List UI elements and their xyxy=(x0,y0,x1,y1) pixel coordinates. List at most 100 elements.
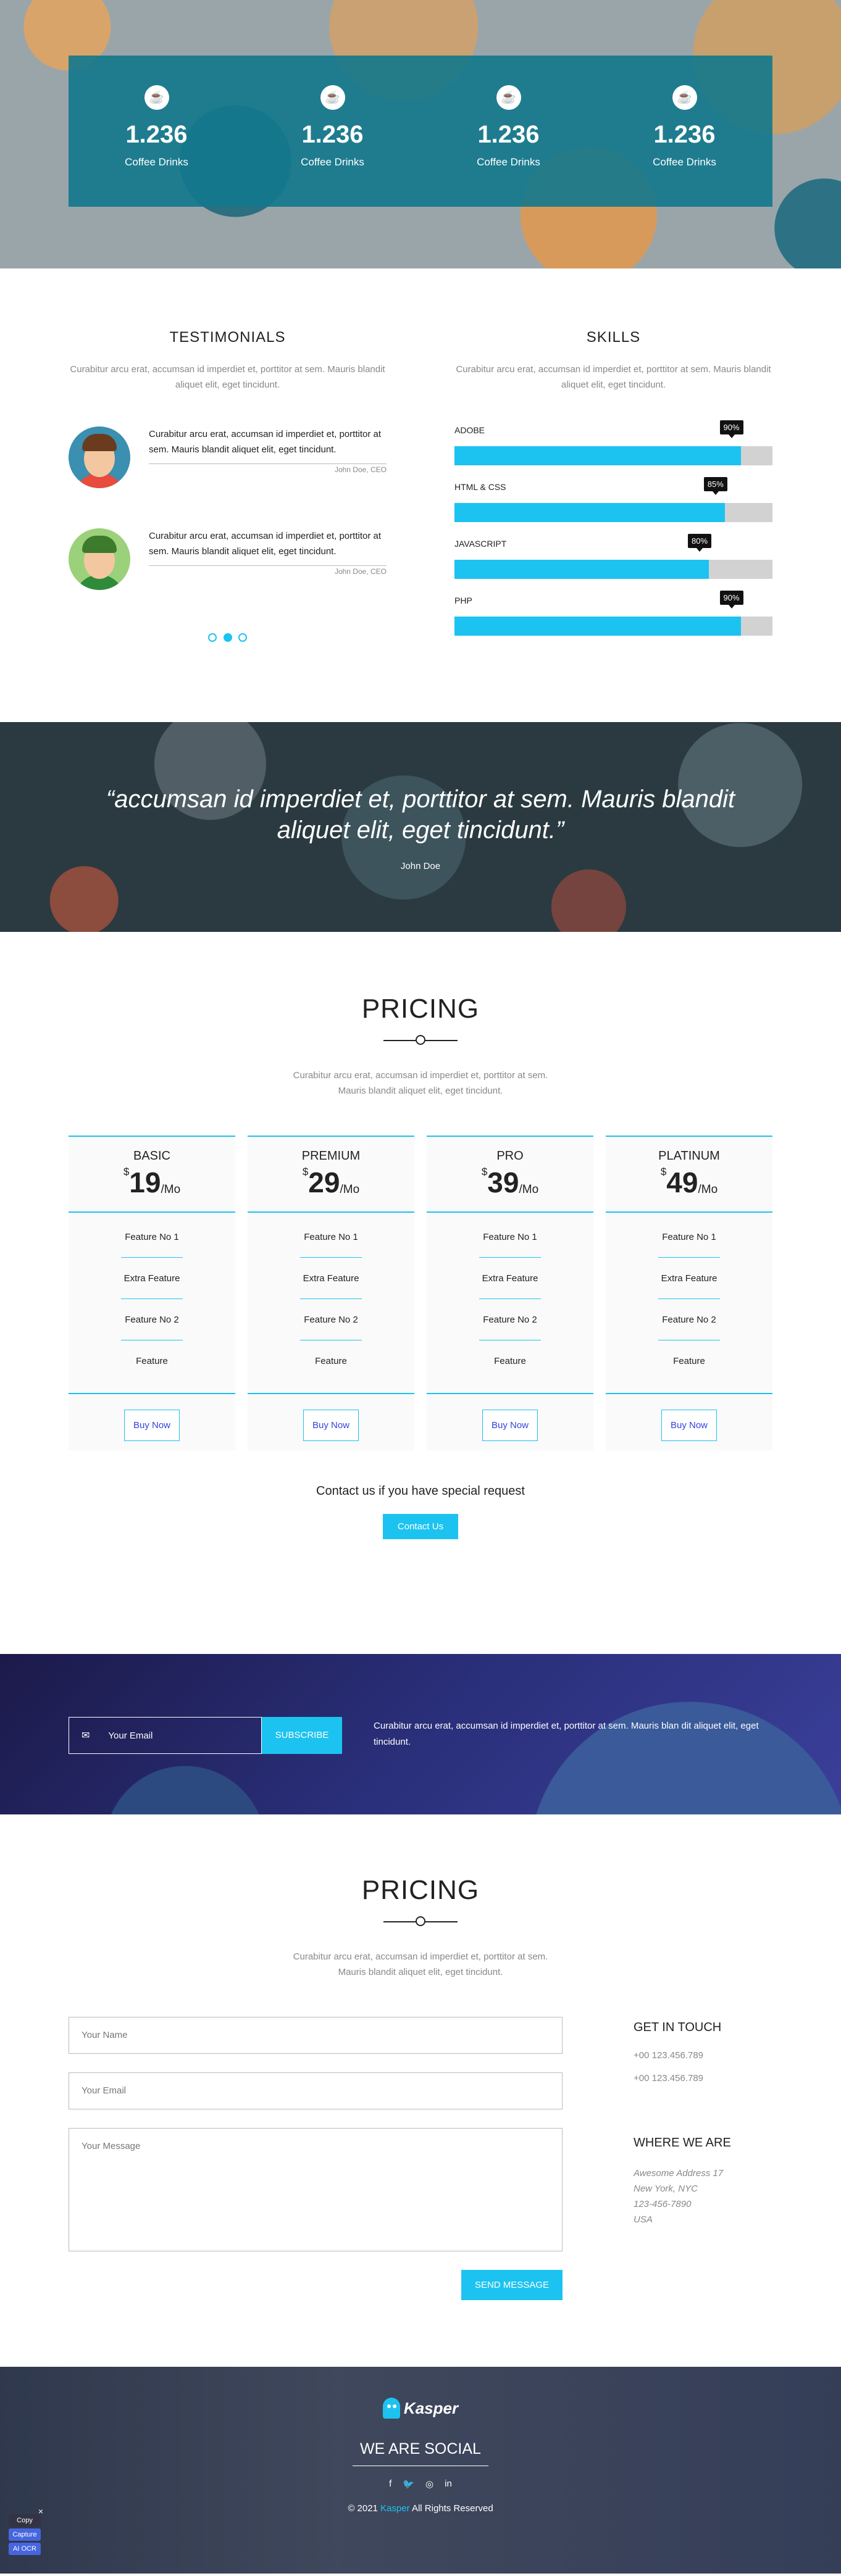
testimonial-author: John Doe, CEO xyxy=(149,565,387,576)
get-in-touch-title: GET IN TOUCH xyxy=(634,2021,722,2034)
social-links: f 🐦 ◎ in xyxy=(0,2478,841,2490)
plan-name: PRO xyxy=(496,1149,524,1163)
contact-info: GET IN TOUCH +00 123.456.789 +00 123.456… xyxy=(634,2017,772,2300)
pricing-plan: BASIC $19/Mo Feature No 1 Extra Feature … xyxy=(69,1136,235,1450)
quote-text: “accumsan id imperdiet et, porttitor at … xyxy=(106,786,735,844)
plan-feature: Feature xyxy=(315,1356,347,1366)
plan-name: BASIC xyxy=(133,1149,171,1163)
buy-now-button[interactable]: Buy Now xyxy=(123,1410,180,1441)
plan-name: PLATINUM xyxy=(658,1149,720,1163)
testimonial-card: Curabitur arcu erat, accumsan id imperdi… xyxy=(69,528,387,590)
skill-name: ADOBE xyxy=(454,425,485,435)
pricing-title: PRICING xyxy=(361,994,480,1024)
testimonial-text: Curabitur arcu erat, accumsan id imperdi… xyxy=(149,429,381,455)
testimonials-title: TESTIMONIALS xyxy=(169,329,286,346)
plan-feature: Feature xyxy=(673,1356,705,1366)
stat-item: ☕ 1.236 Coffee Drinks xyxy=(69,56,245,207)
send-message-button[interactable]: SEND MESSAGE xyxy=(461,2270,563,2300)
title-divider xyxy=(383,1034,458,1046)
plan-features: Feature No 1 Extra Feature Feature No 2 … xyxy=(427,1211,593,1393)
close-icon[interactable]: × xyxy=(38,2506,43,2516)
contact-us-button[interactable]: Contact Us xyxy=(382,1514,459,1539)
skills-column: SKILLS Curabitur arcu erat, accumsan id … xyxy=(454,329,772,652)
pricing-section: PRICING Curabitur arcu erat, accumsan id… xyxy=(0,932,841,1654)
skill-fill xyxy=(454,503,725,522)
ghost-logo-icon xyxy=(382,2398,400,2419)
quote-author: John Doe xyxy=(400,861,441,871)
plan-price: $19/Mo xyxy=(123,1166,181,1199)
plan-price: $39/Mo xyxy=(481,1166,539,1199)
stat-label: Coffee Drinks xyxy=(653,156,716,168)
buy-now-button[interactable]: Buy Now xyxy=(482,1410,538,1441)
subscribe-text: Curabitur arcu erat, accumsan id imperdi… xyxy=(374,1721,759,1747)
skill-bar xyxy=(454,617,772,636)
skill-bar xyxy=(454,446,772,465)
carousel-dot-active[interactable] xyxy=(223,633,232,642)
contact-title: PRICING xyxy=(361,1875,480,1905)
plan-features: Feature No 1 Extra Feature Feature No 2 … xyxy=(248,1211,414,1393)
email-field[interactable]: Your Email xyxy=(69,2072,563,2109)
pricing-intro: Curabitur arcu erat, accumsan id imperdi… xyxy=(293,1070,548,1096)
phone-number: +00 123.456.789 xyxy=(634,2073,704,2084)
social-title: WE ARE SOCIAL xyxy=(360,2440,481,2458)
plan-feature: Extra Feature xyxy=(248,1263,414,1304)
instagram-icon[interactable]: ◎ xyxy=(425,2478,433,2490)
skill-name: HTML & CSS xyxy=(454,482,506,492)
buy-now-button[interactable]: Buy Now xyxy=(303,1410,359,1441)
message-field[interactable]: Your Message xyxy=(69,2128,563,2251)
plan-features: Feature No 1 Extra Feature Feature No 2 … xyxy=(606,1211,772,1393)
name-field[interactable]: Your Name xyxy=(69,2017,563,2054)
skill-item: PHP 90% xyxy=(454,591,772,652)
carousel-dot[interactable] xyxy=(208,633,217,642)
plan-feature: Feature xyxy=(494,1356,526,1366)
stat-item: ☕ 1.236 Coffee Drinks xyxy=(596,56,772,207)
plan-name: PREMIUM xyxy=(301,1149,361,1163)
pricing-plans: BASIC $19/Mo Feature No 1 Extra Feature … xyxy=(69,1136,772,1450)
carousel-dots xyxy=(69,633,387,645)
stat-label: Coffee Drinks xyxy=(125,156,188,168)
skill-percent: 85% xyxy=(703,477,727,495)
plan-feature: Extra Feature xyxy=(606,1263,772,1304)
skill-name: JAVASCRIPT xyxy=(454,539,507,549)
skills-title: SKILLS xyxy=(586,329,641,346)
footer: Kasper WE ARE SOCIAL f 🐦 ◎ in © 2021 Kas… xyxy=(0,2367,841,2574)
testimonial-text: Curabitur arcu erat, accumsan id imperdi… xyxy=(149,531,381,557)
ai-ocr-button[interactable]: AI OCR xyxy=(9,2543,41,2555)
stat-item: ☕ 1.236 Coffee Drinks xyxy=(420,56,596,207)
plan-feature: Feature No 1 xyxy=(248,1221,414,1263)
subscribe-email-input[interactable]: ✉ Your Email xyxy=(69,1717,262,1754)
footer-logo[interactable]: Kasper xyxy=(382,2398,458,2419)
plan-feature: Feature No 2 xyxy=(606,1304,772,1345)
capture-button[interactable]: Capture xyxy=(9,2528,41,2541)
skill-item: ADOBE 90% xyxy=(454,420,772,482)
twitter-icon[interactable]: 🐦 xyxy=(403,2478,414,2490)
stats-section: ☕ 1.236 Coffee Drinks ☕ 1.236 Coffee Dri… xyxy=(0,0,841,268)
buy-now-button[interactable]: Buy Now xyxy=(661,1410,718,1441)
coffee-icon: ☕ xyxy=(672,85,697,110)
copy-button[interactable]: Copy xyxy=(9,2514,41,2527)
address: Awesome Address 17 New York, NYC 123-456… xyxy=(634,2168,724,2225)
carousel-dot[interactable] xyxy=(238,633,247,642)
facebook-icon[interactable]: f xyxy=(389,2478,391,2490)
contact-section: PRICING Curabitur arcu erat, accumsan id… xyxy=(0,1814,841,2367)
plan-feature: Feature No 2 xyxy=(248,1304,414,1345)
skill-item: JAVASCRIPT 80% xyxy=(454,534,772,596)
plan-price: $49/Mo xyxy=(660,1166,718,1199)
stats-box: ☕ 1.236 Coffee Drinks ☕ 1.236 Coffee Dri… xyxy=(69,56,772,207)
avatar xyxy=(69,426,130,488)
plan-feature: Extra Feature xyxy=(69,1263,235,1304)
stat-label: Coffee Drinks xyxy=(301,156,364,168)
copyright: © 2021 Kasper All Rights Reserved xyxy=(348,2503,493,2514)
plan-feature: Feature xyxy=(136,1356,168,1366)
plan-features: Feature No 1 Extra Feature Feature No 2 … xyxy=(69,1211,235,1393)
stat-number: 1.236 xyxy=(477,121,540,148)
plan-feature: Feature No 1 xyxy=(427,1221,593,1263)
phone-number: +00 123.456.789 xyxy=(634,2050,704,2061)
testimonial-author: John Doe, CEO xyxy=(149,463,387,474)
where-we-are-title: WHERE WE ARE xyxy=(634,2136,731,2150)
skill-fill xyxy=(454,446,741,465)
special-request-text: Contact us if you have special request xyxy=(316,1484,525,1498)
subscribe-button[interactable]: SUBSCRIBE xyxy=(262,1717,342,1754)
testimonials-column: TESTIMONIALS Curabitur arcu erat, accums… xyxy=(69,329,387,652)
linkedin-icon[interactable]: in xyxy=(445,2478,452,2490)
